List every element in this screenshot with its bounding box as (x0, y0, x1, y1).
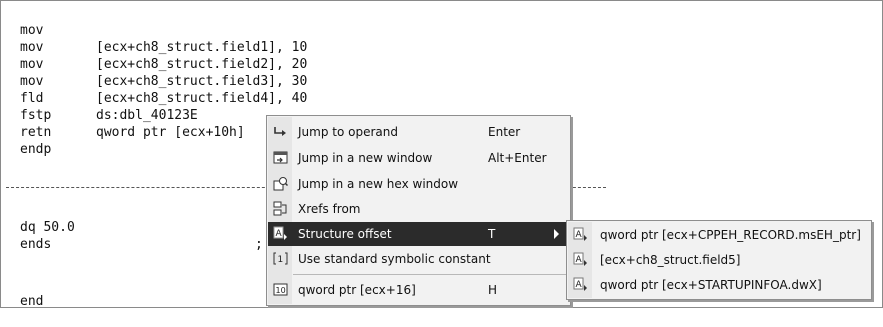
menu-item-label: Jump in a new window (298, 151, 433, 165)
structure-offset-icon: A (573, 252, 588, 267)
code-line[interactable]: mov [ecx+ch8_struct.field2], 20 (0, 22, 600, 72)
code-line-selected[interactable]: fstp qword ptr [ecx+10h] (0, 90, 600, 140)
svg-text:1: 1 (278, 255, 284, 265)
decimal-icon: 10 (273, 282, 288, 297)
submenu-item-label: [ecx+ch8_struct.field5] (600, 253, 741, 267)
menu-item-symbolic-constant[interactable]: 1 Use standard symbolic constant (268, 247, 569, 271)
menu-separator (293, 274, 568, 275)
menu-item-jump-new-window[interactable]: Jump in a new window Alt+Enter (268, 146, 569, 170)
menu-item-xrefs-from[interactable]: Xrefs from (268, 197, 569, 221)
submenu-item-label: qword ptr [ecx+CPPEH_RECORD.msEH_ptr] (600, 228, 861, 242)
new-window-icon (273, 150, 288, 165)
structure-offset-icon: A (273, 226, 288, 241)
menu-item-label: Structure offset (298, 227, 392, 241)
svg-text:A: A (576, 230, 583, 240)
svg-text:A: A (576, 280, 583, 290)
menu-item-structure-offset[interactable]: A Structure offset T (268, 222, 569, 246)
mnemonic: endp (20, 142, 52, 157)
xrefs-icon (273, 201, 288, 216)
menu-item-label: Xrefs from (298, 202, 361, 216)
svg-text:A: A (576, 255, 583, 265)
code-line[interactable]: mov [ecx+ch8_struct.field4], 40 (0, 56, 600, 106)
code-line[interactable]: mov [ecx+ch8_struct.field1], 10 (0, 5, 600, 55)
menu-item-jump-new-hex-window[interactable]: Jump in a new hex window (268, 172, 569, 196)
menu-item-label: Jump in a new hex window (298, 177, 459, 191)
submenu-item[interactable]: A qword ptr [ecx+CPPEH_RECORD.msEH_ptr] (568, 223, 870, 247)
menu-item-jump-to-operand[interactable]: Jump to operand Enter (268, 120, 569, 144)
submenu-item-label: qword ptr [ecx+STARTUPINFOA.dwX] (600, 278, 822, 292)
menu-item-shortcut: T (488, 227, 496, 241)
menu-item-label: Use standard symbolic constant (298, 252, 491, 266)
structure-offset-icon: A (573, 227, 588, 242)
structure-offset-submenu: A qword ptr [ecx+CPPEH_RECORD.msEH_ptr] … (566, 220, 872, 300)
svg-text:10: 10 (276, 286, 286, 295)
hex-window-icon (273, 176, 289, 191)
submenu-arrow-icon (554, 229, 559, 239)
menu-item-shortcut: Enter (488, 125, 521, 139)
svg-text:A: A (276, 229, 283, 239)
jump-arrow-icon (273, 124, 288, 139)
code-line[interactable]: mov [ecx+ch8_struct.field3], 30 (0, 39, 600, 89)
submenu-item[interactable]: A [ecx+ch8_struct.field5] (568, 248, 870, 272)
comment-marker: ; (255, 237, 263, 252)
menu-item-decimal[interactable]: 10 qword ptr [ecx+16] H (268, 278, 569, 302)
structure-offset-icon: A (573, 277, 588, 292)
symbolic-constant-icon: 1 (273, 251, 288, 266)
context-menu: Jump to operand Enter Jump in a new wind… (266, 115, 571, 306)
code-line[interactable]: fld ds:dbl_40123E (0, 73, 600, 123)
menu-item-shortcut: H (488, 283, 498, 297)
menu-item-shortcut: Alt+Enter (488, 151, 547, 165)
menu-item-label: qword ptr [ecx+16] (298, 283, 416, 297)
mnemonic: ends (20, 237, 52, 252)
submenu-item[interactable]: A qword ptr [ecx+STARTUPINFOA.dwX] (568, 273, 870, 297)
menu-item-label: Jump to operand (298, 125, 398, 139)
mnemonic: end (20, 294, 44, 309)
